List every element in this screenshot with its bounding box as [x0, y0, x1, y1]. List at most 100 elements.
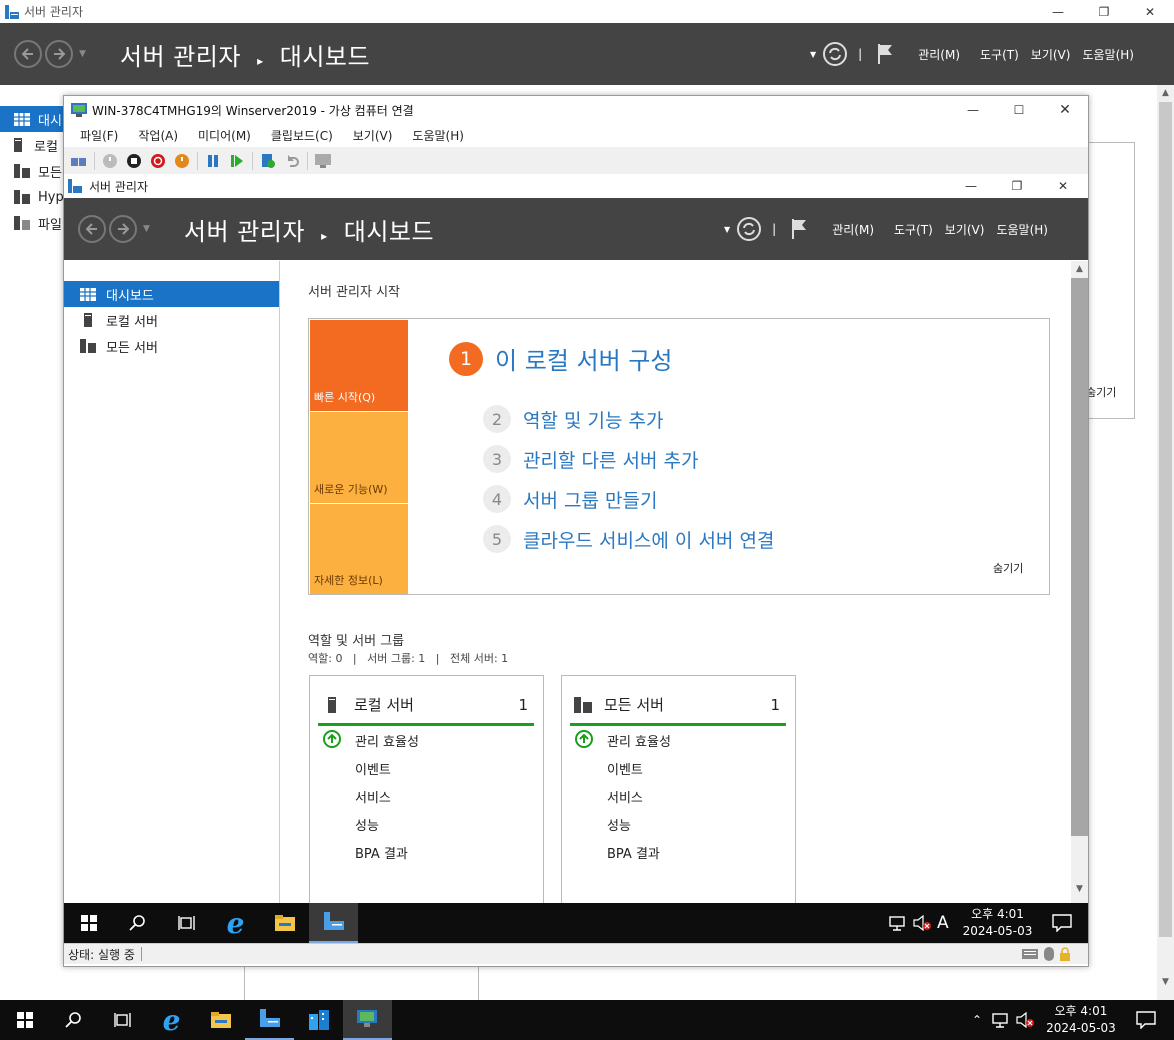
- notification-center-icon[interactable]: [1136, 1011, 1156, 1029]
- card-local-server[interactable]: 로컬 서버 1 관리 효율성 이벤트 서비스 성능 BPA 결과: [309, 675, 544, 907]
- host-explorer-button[interactable]: [196, 1000, 245, 1040]
- tile-learn-more[interactable]: 자세한 정보(L): [310, 504, 408, 594]
- card-row-manageability[interactable]: 관리 효율성: [355, 731, 419, 750]
- turn-off-icon[interactable]: [125, 152, 143, 170]
- card-row-performance[interactable]: 성능: [355, 815, 379, 834]
- guest-menu-manage[interactable]: 관리(M): [832, 221, 874, 238]
- card-row-events[interactable]: 이벤트: [607, 759, 643, 778]
- step-3[interactable]: 3 관리할 다른 서버 추가: [483, 445, 698, 473]
- guest-nav-local-server[interactable]: 로컬 서버: [64, 307, 279, 333]
- refresh-dropdown-icon[interactable]: ▼: [810, 50, 816, 59]
- host-vm-connection-button[interactable]: [343, 1000, 392, 1040]
- scroll-thumb[interactable]: [1071, 278, 1088, 836]
- ctrl-alt-del-icon[interactable]: [70, 152, 88, 170]
- task-view-button[interactable]: [162, 903, 211, 943]
- start-button[interactable]: [64, 903, 113, 943]
- vm-menu-view[interactable]: 보기(V): [353, 127, 393, 144]
- step-2[interactable]: 2 역할 및 기능 추가: [483, 405, 663, 433]
- vm-maximize-button[interactable]: ☐: [996, 97, 1042, 123]
- notifications-flag-icon[interactable]: [790, 218, 808, 240]
- start-icon[interactable]: [101, 152, 119, 170]
- step-5[interactable]: 5 클라우드 서비스에 이 서버 연결: [483, 525, 774, 553]
- menu-tools[interactable]: 도구(T): [980, 46, 1019, 63]
- volume-muted-icon[interactable]: [1016, 1012, 1035, 1028]
- vm-minimize-button[interactable]: —: [950, 97, 996, 123]
- card-row-manageability[interactable]: 관리 효율성: [607, 731, 671, 750]
- guest-back-button[interactable]: [78, 215, 106, 243]
- pause-icon[interactable]: [204, 152, 222, 170]
- guest-menu-help[interactable]: 도움말(H): [996, 221, 1048, 238]
- shutdown-icon[interactable]: [149, 152, 167, 170]
- guest-close-button[interactable]: ✕: [1040, 174, 1086, 198]
- card-row-bpa[interactable]: BPA 결과: [355, 843, 408, 862]
- scroll-thumb[interactable]: [1159, 102, 1172, 937]
- explorer-taskbar-button[interactable]: [260, 903, 309, 943]
- outer-nav-local-server[interactable]: 로컬: [0, 132, 70, 158]
- revert-icon[interactable]: [283, 152, 301, 170]
- hide-link[interactable]: 숨기기: [993, 560, 1023, 576]
- server-manager-taskbar-button[interactable]: [309, 903, 358, 943]
- host-buildings-app-button[interactable]: [294, 1000, 343, 1040]
- scroll-down-icon[interactable]: ▼: [1071, 836, 1088, 894]
- tile-whats-new[interactable]: 새로운 기능(W): [310, 412, 408, 503]
- network-icon[interactable]: [992, 1012, 1008, 1028]
- card-row-services[interactable]: 서비스: [607, 787, 643, 806]
- guest-nav-dashboard[interactable]: 대시보드: [64, 281, 279, 307]
- card-row-performance[interactable]: 성능: [607, 815, 631, 834]
- outer-scrollbar[interactable]: ▲ ▼: [1157, 85, 1174, 1000]
- guest-minimize-button[interactable]: —: [948, 174, 994, 198]
- guest-menu-tools[interactable]: 도구(T): [894, 221, 933, 238]
- vm-close-button[interactable]: ✕: [1042, 97, 1088, 123]
- menu-view[interactable]: 보기(V): [1031, 46, 1071, 63]
- close-button[interactable]: ✕: [1127, 0, 1173, 23]
- step-4[interactable]: 4 서버 그룹 만들기: [483, 485, 657, 513]
- guest-nav-all-servers[interactable]: 모든 서버: [64, 333, 279, 359]
- outer-nav-dashboard[interactable]: 대시: [0, 106, 70, 132]
- enhanced-session-icon[interactable]: [314, 152, 332, 170]
- host-start-button[interactable]: [0, 1000, 49, 1040]
- scroll-up-icon[interactable]: ▲: [1157, 85, 1174, 102]
- menu-help[interactable]: 도움말(H): [1082, 46, 1134, 63]
- back-button[interactable]: [14, 40, 42, 68]
- scroll-up-icon[interactable]: ▲: [1071, 261, 1088, 278]
- host-server-manager-button[interactable]: [245, 1000, 294, 1040]
- outer-nav-hyperv[interactable]: Hyp: [0, 184, 70, 210]
- show-hidden-icons-icon[interactable]: ⌃: [972, 1013, 982, 1027]
- forward-button[interactable]: [45, 40, 73, 68]
- volume-muted-icon[interactable]: [913, 915, 931, 931]
- guest-forward-button[interactable]: [109, 215, 137, 243]
- host-search-button[interactable]: [49, 1000, 98, 1040]
- host-ie-button[interactable]: e: [147, 1000, 196, 1040]
- card-row-events[interactable]: 이벤트: [355, 759, 391, 778]
- input-language-indicator[interactable]: A: [937, 913, 949, 933]
- outer-nav-file[interactable]: 파일: [0, 210, 70, 236]
- refresh-dropdown-icon[interactable]: ▼: [724, 225, 730, 234]
- outer-hide-link[interactable]: 숨기기: [1086, 384, 1116, 400]
- network-icon[interactable]: [889, 915, 905, 931]
- search-button[interactable]: [113, 903, 162, 943]
- refresh-icon[interactable]: [736, 216, 762, 242]
- guest-menu-view[interactable]: 보기(V): [945, 221, 985, 238]
- menu-manage[interactable]: 관리(M): [918, 46, 960, 63]
- ie-taskbar-button[interactable]: e: [211, 903, 260, 943]
- vm-menu-action[interactable]: 작업(A): [138, 127, 178, 144]
- guest-scrollbar[interactable]: ▲ ▼: [1071, 261, 1088, 903]
- notification-center-icon[interactable]: [1052, 914, 1073, 932]
- outer-nav-all-servers[interactable]: 모든: [0, 158, 70, 184]
- vm-menu-help[interactable]: 도움말(H): [412, 127, 464, 144]
- card-row-bpa[interactable]: BPA 결과: [607, 843, 660, 862]
- card-all-servers[interactable]: 모든 서버 1 관리 효율성 이벤트 서비스 성능 BPA 결과: [561, 675, 796, 907]
- guest-clock[interactable]: 오후 4:01 2024-05-03: [963, 906, 1033, 940]
- scroll-down-icon[interactable]: ▼: [1157, 937, 1174, 987]
- checkpoint-icon[interactable]: [259, 152, 277, 170]
- notifications-flag-icon[interactable]: [876, 43, 894, 65]
- nav-dropdown-icon[interactable]: ▼: [143, 224, 150, 234]
- restore-button[interactable]: ❐: [1081, 0, 1127, 23]
- vm-menu-file[interactable]: 파일(F): [80, 127, 118, 144]
- refresh-icon[interactable]: [822, 41, 848, 67]
- resume-icon[interactable]: [228, 152, 246, 170]
- vm-menu-clipboard[interactable]: 클립보드(C): [271, 127, 333, 144]
- tile-quick-start[interactable]: 빠른 시작(Q): [310, 320, 408, 411]
- host-clock[interactable]: 오후 4:01 2024-05-03: [1046, 1003, 1116, 1037]
- step-1[interactable]: 1 이 로컬 서버 구성: [449, 341, 672, 376]
